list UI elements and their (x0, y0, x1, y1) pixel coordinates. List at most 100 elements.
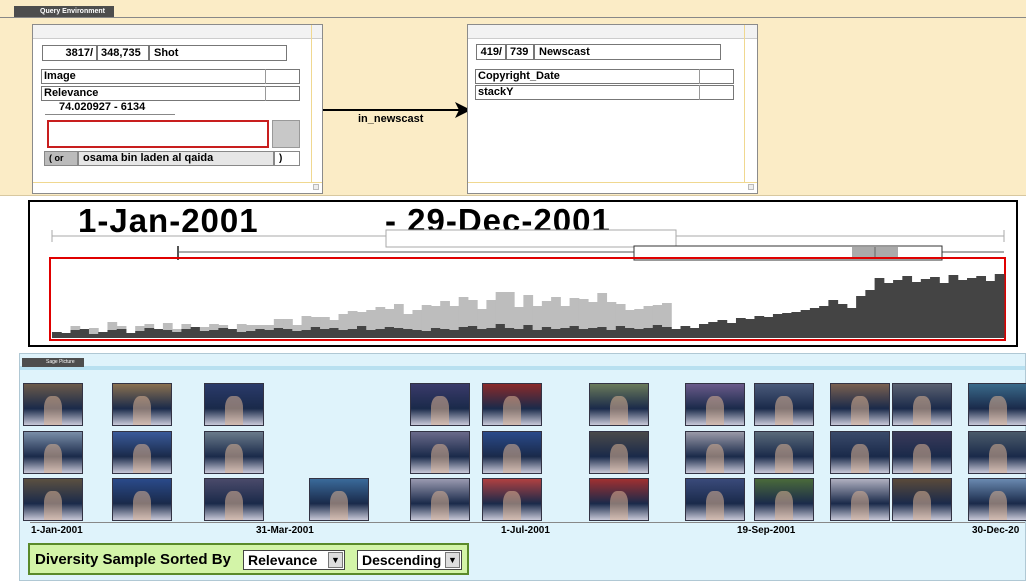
shot-entity-name[interactable]: Shot (149, 45, 287, 61)
sort-field-select[interactable]: Relevance ▼ (243, 550, 345, 570)
or-operator[interactable]: ( or (44, 151, 78, 166)
shot-count: 3817/ (42, 45, 97, 61)
range-slider[interactable] (45, 114, 175, 118)
histogram-bar (393, 328, 404, 338)
video-thumbnail[interactable] (968, 383, 1026, 426)
video-thumbnail[interactable] (23, 478, 83, 521)
dropdown-arrow-icon[interactable]: ▼ (445, 552, 460, 568)
video-thumbnail[interactable] (892, 431, 952, 474)
video-thumbnail[interactable] (112, 383, 172, 426)
video-thumbnail[interactable] (830, 431, 890, 474)
newscast-attr-stacky[interactable]: stackY (475, 85, 734, 100)
resize-handle[interactable] (748, 184, 754, 190)
histogram-bar (782, 313, 792, 338)
histogram-bar-light (421, 305, 432, 331)
video-thumbnail[interactable] (830, 478, 890, 521)
histogram-bar (181, 329, 192, 338)
panel-header (468, 25, 757, 39)
video-thumbnail[interactable] (754, 478, 814, 521)
histogram-bar (883, 283, 894, 338)
dropdown-arrow-icon[interactable]: ▼ (328, 552, 343, 568)
relation-label[interactable]: in_newscast (358, 113, 423, 125)
query-term[interactable]: osama bin laden al qaida (78, 151, 274, 166)
video-thumbnail[interactable] (830, 383, 890, 426)
video-thumbnail[interactable] (589, 383, 649, 426)
histogram-bar (504, 328, 515, 338)
histogram-bar-light (135, 326, 145, 331)
axis-date-label: 19-Sep-2001 (737, 525, 796, 536)
video-thumbnail[interactable] (685, 383, 745, 426)
video-thumbnail[interactable] (112, 431, 172, 474)
video-thumbnail[interactable] (482, 431, 542, 474)
video-thumbnail[interactable] (23, 383, 83, 426)
divider (0, 17, 1026, 18)
sage-picture-tab[interactable]: Sage Picture (22, 358, 84, 367)
video-thumbnail[interactable] (410, 383, 470, 426)
histogram-bar (606, 330, 617, 338)
video-thumbnail[interactable] (23, 431, 83, 474)
histogram-bar (357, 326, 367, 338)
histogram-bar (366, 330, 376, 338)
video-thumbnail[interactable] (589, 431, 649, 474)
histogram-bar (865, 290, 876, 338)
query-side-box (272, 120, 300, 148)
histogram-bar-light (366, 310, 376, 330)
histogram-bar-light (357, 312, 367, 326)
histogram-bar-light (467, 300, 478, 326)
histogram-bar-light (412, 310, 423, 330)
shot-attr-image[interactable]: Image (41, 69, 300, 84)
video-thumbnail[interactable] (204, 383, 264, 426)
histogram-bar (338, 330, 349, 338)
video-thumbnail[interactable] (754, 383, 814, 426)
video-thumbnail[interactable] (204, 431, 264, 474)
video-thumbnail[interactable] (309, 478, 369, 521)
video-thumbnail[interactable] (754, 431, 814, 474)
histogram-bar (153, 329, 164, 338)
newscast-entity-name[interactable]: Newscast (534, 44, 721, 60)
video-thumbnail[interactable] (589, 478, 649, 521)
shot-attr-relevance[interactable]: Relevance (41, 86, 300, 101)
histogram-bar (588, 328, 598, 338)
histogram-bar-light (236, 324, 247, 332)
query-text-area[interactable] (47, 120, 269, 148)
histogram-bar-light (514, 307, 524, 329)
video-thumbnail[interactable] (968, 478, 1026, 521)
histogram-bar-light (292, 325, 303, 331)
video-thumbnail[interactable] (685, 431, 745, 474)
histogram-bar (920, 279, 931, 338)
histogram-bar (930, 277, 940, 338)
video-thumbnail[interactable] (892, 478, 952, 521)
histogram-bar (292, 331, 303, 338)
histogram-bar (874, 278, 885, 338)
video-thumbnail[interactable] (410, 431, 470, 474)
date-axis (30, 522, 1025, 523)
histogram-bar-light (578, 299, 589, 329)
histogram-bar (985, 281, 996, 338)
histogram-bar-light (652, 305, 663, 325)
video-thumbnail[interactable] (410, 478, 470, 521)
histogram-bar (643, 328, 654, 338)
histogram-bar (569, 326, 580, 338)
video-thumbnail[interactable] (482, 383, 542, 426)
histogram-bar (809, 308, 820, 338)
video-thumbnail[interactable] (892, 383, 952, 426)
resize-handle[interactable] (313, 184, 319, 190)
newscast-attr-copyright-date[interactable]: Copyright_Date (475, 69, 734, 84)
timeline-chart[interactable] (30, 202, 1016, 345)
histogram-bar-light (606, 302, 617, 330)
histogram-bar (689, 328, 700, 338)
video-thumbnail[interactable] (968, 431, 1026, 474)
histogram-bar-light (107, 322, 118, 330)
video-thumbnail[interactable] (685, 478, 745, 521)
relevance-range[interactable]: 74.020927 - 6134 (59, 101, 145, 113)
histogram-bar-light (597, 293, 608, 327)
video-thumbnail[interactable] (204, 478, 264, 521)
histogram-bar (726, 323, 737, 338)
video-thumbnail[interactable] (112, 478, 172, 521)
histogram-bar-light (338, 314, 349, 330)
histogram-bar-light (255, 325, 266, 329)
histogram-bar (273, 328, 284, 338)
histogram-bar (52, 332, 62, 338)
video-thumbnail[interactable] (482, 478, 542, 521)
sort-order-select[interactable]: Descending ▼ (357, 550, 462, 570)
